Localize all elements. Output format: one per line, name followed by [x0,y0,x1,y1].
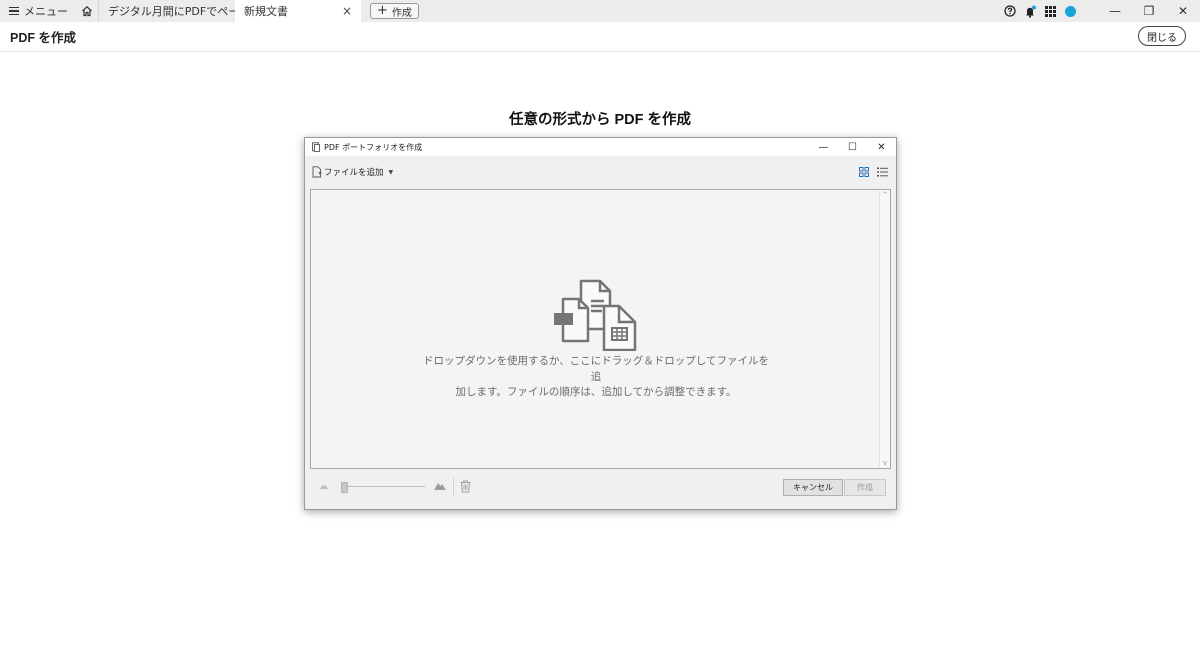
drop-instructions-line-2: 加します。ファイルの順序は、追加してから調整できます。 [455,386,737,398]
thumbnail-large-icon[interactable] [434,481,446,490]
view-toggle [859,167,888,177]
add-file-label: ファイルを追加 [324,168,384,178]
apps-icon [1044,5,1056,17]
window-close-button[interactable]: ✕ [1166,0,1200,22]
menu-label: メニュー [24,5,68,18]
list-view-icon[interactable] [877,167,888,177]
tab-new-document[interactable]: 新規文書 × [235,0,361,22]
scroll-down-icon[interactable]: v [881,459,889,467]
close-button[interactable]: 閉じる [1138,26,1186,46]
add-file-icon [312,166,322,178]
thumbnail-size-slider[interactable] [341,486,425,487]
dialog-titlebar[interactable]: PDF ポートフォリオを作成 — ☐ ✕ [305,138,896,156]
home-button[interactable] [76,0,98,22]
thumbnail-small-icon[interactable] [320,483,328,489]
apps-button[interactable] [1040,0,1060,22]
scrollbar[interactable]: ^ v [879,190,890,468]
divider [453,478,454,496]
chevron-down-icon: ▼ [388,168,394,176]
notifications-button[interactable] [1020,0,1040,22]
files-illustration-icon [554,279,637,351]
trash-icon[interactable] [460,480,471,493]
tab-close-icon[interactable]: × [342,4,352,18]
dialog-minimize-button[interactable]: — [809,138,838,156]
tab-label: 新規文書 [244,5,288,18]
grid-view-icon[interactable] [859,167,869,177]
main-heading: 任意の形式から PDF を作成 [508,112,692,128]
help-icon [1004,5,1016,17]
tab-document-1[interactable]: デジタル月間にPDFでペーパーレ... [98,0,235,22]
hamburger-icon [9,7,19,16]
window-restore-button[interactable]: ❐ [1132,0,1166,22]
window-minimize-button[interactable]: — [1098,0,1132,22]
help-button[interactable] [1000,0,1020,22]
dialog-close-button[interactable]: ✕ [867,138,896,156]
dialog-controls: — ☐ ✕ [809,138,896,156]
scroll-up-icon[interactable]: ^ [881,191,889,199]
tab-bar: メニュー デジタル月間にPDFでペーパーレ... 新規文書 × + 作成 [0,0,1200,22]
dialog-toolbar: ファイルを追加 ▼ [305,156,896,188]
dialog-title: PDF ポートフォリオを作成 [324,142,423,152]
home-icon [82,5,92,17]
page-title: PDF を作成 [10,31,76,45]
avatar [1064,5,1076,17]
create-button[interactable]: 作成 [844,479,886,496]
tabbar-right: — ❐ ✕ [1000,0,1200,22]
drop-instructions-line-1: ドロップダウンを使用するか、ここにドラッグ＆ドロップしてファイルを追 [423,355,769,383]
drop-instructions: ドロップダウンを使用するか、ここにドラッグ＆ドロップしてファイルを追 加します。… [421,354,771,401]
bell-icon [1025,5,1036,18]
dialog-maximize-button[interactable]: ☐ [838,138,867,156]
new-tab-button[interactable]: + 作成 [370,3,419,19]
user-avatar-button[interactable] [1060,0,1080,22]
menu-button[interactable]: メニュー [0,0,76,22]
create-portfolio-dialog: PDF ポートフォリオを作成 — ☐ ✕ ファイルを追加 ▼ ドロップダウンを使… [304,137,897,510]
plus-icon: + [377,3,388,18]
file-drop-zone[interactable]: ドロップダウンを使用するか、ここにドラッグ＆ドロップしてファイルを追 加します。… [310,189,891,469]
new-tab-label: 作成 [391,7,412,19]
tab-label: デジタル月間にPDFでペーパーレ... [108,5,235,18]
add-file-dropdown[interactable]: ファイルを追加 ▼ [312,166,393,178]
cancel-button[interactable]: キャンセル [783,479,843,496]
portfolio-icon [311,142,321,152]
dialog-footer: キャンセル 作成 [305,475,896,499]
slider-thumb[interactable] [341,482,348,493]
page-header: PDF を作成 閉じる [0,22,1200,52]
